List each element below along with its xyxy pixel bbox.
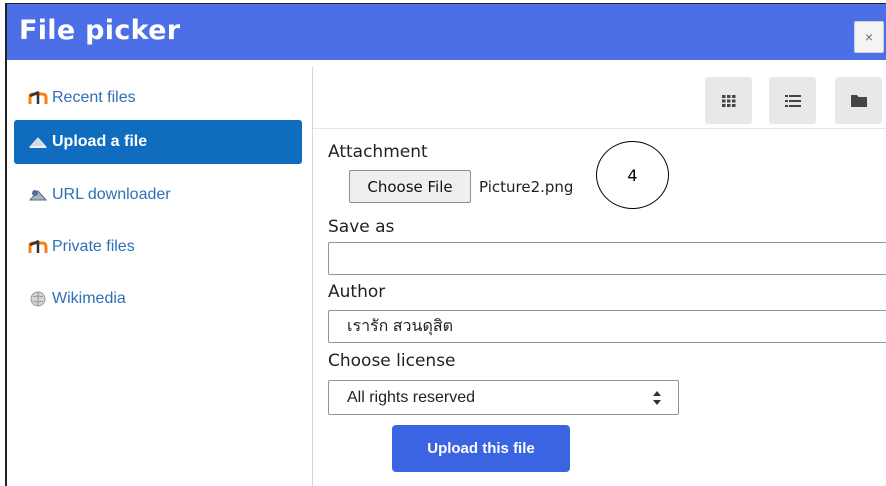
sidebar-item-upload-a-file[interactable]: Upload a file <box>14 120 302 164</box>
selected-file-name: Picture2.png <box>479 178 574 196</box>
folder-view-button[interactable] <box>835 77 882 124</box>
dialog-titlebar: File picker × <box>7 4 886 60</box>
sidebar-item-label: URL downloader <box>52 186 171 203</box>
moodle-logo-icon <box>28 239 48 255</box>
sidebar-item-private-files[interactable]: Private files <box>14 225 302 269</box>
save-as-label: Save as <box>328 217 395 237</box>
sidebar-item-label: Recent files <box>52 89 136 106</box>
upload-this-file-button[interactable]: Upload this file <box>392 425 570 472</box>
attachment-label: Attachment <box>328 142 428 162</box>
author-label: Author <box>328 282 386 302</box>
step-number-callout: 4 <box>596 141 669 209</box>
list-view-button[interactable] <box>769 77 816 124</box>
moodle-logo-icon <box>28 90 48 106</box>
sidebar-item-wikimedia[interactable]: Wikimedia <box>14 277 302 321</box>
url-downloader-icon <box>28 187 48 203</box>
sidebar-item-recent-files[interactable]: Recent files <box>14 76 302 120</box>
choose-license-label: Choose license <box>328 351 456 371</box>
select-arrows-icon <box>653 391 661 405</box>
grid-view-button[interactable] <box>705 77 752 124</box>
license-selected-value: All rights reserved <box>347 388 476 406</box>
upload-icon <box>28 134 48 150</box>
save-as-input[interactable] <box>328 242 886 275</box>
file-picker-dialog: File picker × Recent files Upload a file… <box>5 3 886 486</box>
wikimedia-globe-icon <box>28 291 48 307</box>
sidebar-item-label: Upload a file <box>52 133 148 150</box>
dialog-title: File picker <box>19 15 181 46</box>
close-button[interactable]: × <box>854 21 884 53</box>
choose-file-button[interactable]: Choose File <box>349 170 471 203</box>
license-select[interactable]: All rights reserved <box>328 380 679 415</box>
repository-sidebar: Recent files Upload a file URL downloade… <box>7 60 311 486</box>
grid-view-icon <box>721 94 735 107</box>
view-toolbar <box>313 67 886 129</box>
list-view-icon <box>784 94 801 107</box>
sidebar-item-label: Wikimedia <box>52 290 126 307</box>
folder-view-icon <box>850 95 867 107</box>
sidebar-item-label: Private files <box>52 238 135 255</box>
upload-panel: Attachment Choose File Picture2.png Save… <box>313 67 886 486</box>
close-icon: × <box>864 29 874 45</box>
author-input[interactable]: เรารัก สวนดุสิต <box>328 310 886 343</box>
sidebar-item-url-downloader[interactable]: URL downloader <box>14 173 302 217</box>
